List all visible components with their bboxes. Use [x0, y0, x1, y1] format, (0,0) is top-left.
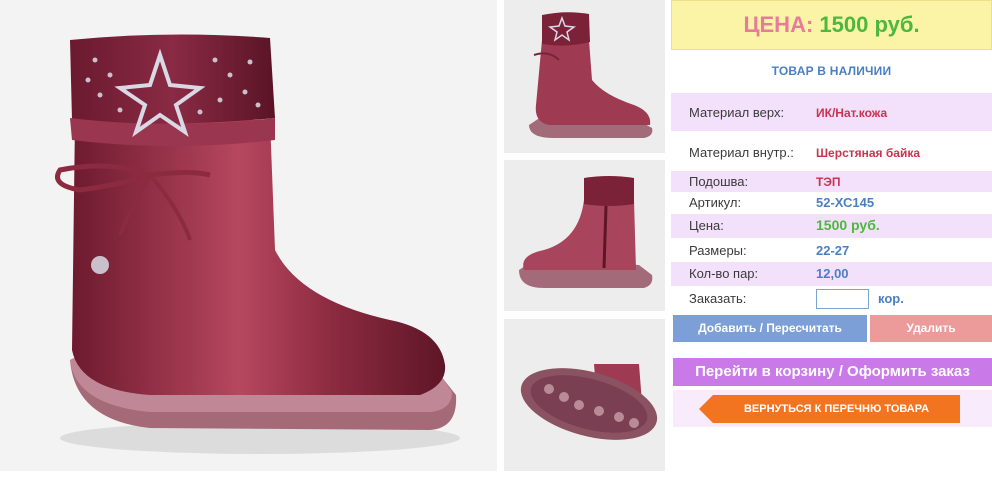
- order-label: Заказать:: [689, 291, 747, 306]
- spec-value: ИК/Нат.кожа: [816, 106, 888, 120]
- spec-value: 1500 руб.: [816, 217, 880, 233]
- spec-row-material-inner: Материал внутр.: Шерстяная байка: [671, 131, 992, 171]
- boot-side-thumb: [504, 0, 665, 153]
- order-row: Заказать: кор.: [671, 286, 992, 310]
- go-to-cart-button[interactable]: Перейти в корзину / Оформить заказ: [673, 358, 992, 386]
- boot-sole-thumb: [504, 319, 665, 471]
- spec-label: Материал верх:: [689, 105, 785, 120]
- spec-label: Материал внутр.:: [689, 145, 794, 160]
- thumbnail-2[interactable]: [504, 160, 665, 311]
- product-info-panel: ЦЕНА: 1500 руб. ТОВАР В НАЛИЧИИ Материал…: [671, 0, 992, 483]
- back-button-container: ВЕРНУТЬСЯ К ПЕРЕЧНЮ ТОВАРА: [673, 390, 992, 427]
- spec-row-sole: Подошва: ТЭП: [671, 171, 992, 192]
- spec-label: Артикул:: [689, 195, 742, 210]
- back-to-list-label: ВЕРНУТЬСЯ К ПЕРЕЧНЮ ТОВАРА: [743, 403, 930, 415]
- boot-zip-thumb: [504, 160, 665, 311]
- add-recalculate-button[interactable]: Добавить / Пересчитать: [673, 315, 867, 342]
- spec-row-price: Цена: 1500 руб.: [671, 214, 992, 238]
- spec-row-sizes: Размеры: 22-27: [671, 238, 992, 262]
- spec-row-article: Артикул: 52-ХС145: [671, 192, 992, 214]
- spec-row-pairs: Кол-во пар: 12,00: [671, 262, 992, 286]
- spec-label: Кол-во пар:: [689, 266, 759, 281]
- thumbnail-3[interactable]: [504, 319, 665, 471]
- spec-value: ТЭП: [816, 175, 841, 189]
- order-quantity-input[interactable]: [816, 289, 869, 309]
- back-to-list-button[interactable]: ВЕРНУТЬСЯ К ПЕРЕЧНЮ ТОВАРА: [699, 395, 960, 423]
- spec-row-material-top: Материал верх: ИК/Нат.кожа: [671, 93, 992, 131]
- spec-label: Цена:: [689, 218, 724, 233]
- spec-value: 12,00: [816, 266, 849, 281]
- thumbnail-1[interactable]: [504, 0, 665, 153]
- spec-value: 22-27: [816, 243, 850, 258]
- arrow-left-icon: [699, 395, 713, 423]
- main-product-photo[interactable]: [0, 0, 497, 471]
- price-label: ЦЕНА:: [743, 12, 814, 37]
- price-box: ЦЕНА: 1500 руб.: [671, 0, 992, 50]
- boot-main-image: [0, 0, 497, 471]
- spec-value: Шерстяная байка: [816, 146, 921, 160]
- spec-value: 52-ХС145: [816, 195, 875, 210]
- spec-label: Подошва:: [689, 174, 749, 189]
- order-unit: кор.: [878, 291, 904, 306]
- spec-label: Размеры:: [689, 243, 747, 258]
- delete-button[interactable]: Удалить: [870, 315, 992, 342]
- price-value: 1500 руб.: [819, 12, 920, 37]
- stock-status: ТОВАР В НАЛИЧИИ: [771, 64, 892, 78]
